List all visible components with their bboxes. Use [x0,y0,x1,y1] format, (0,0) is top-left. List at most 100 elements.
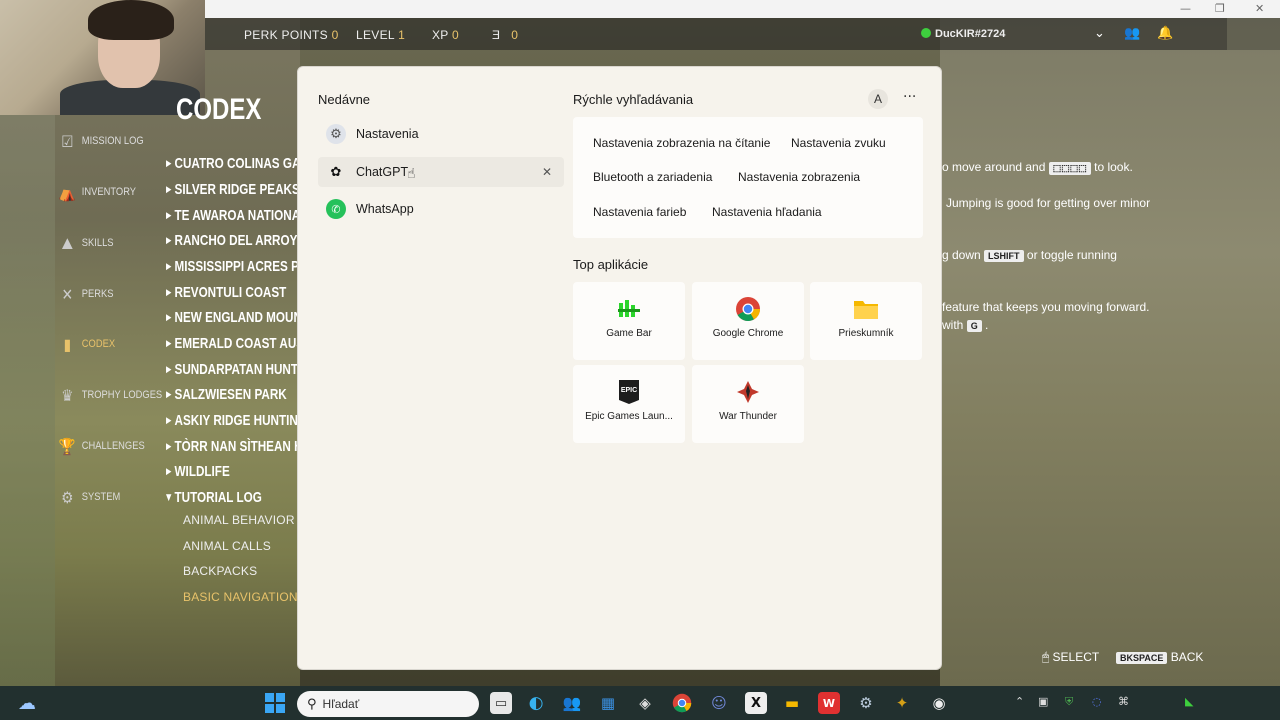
taskbar-search-input[interactable]: ⚲ Hľadať [297,691,479,717]
chrome-icon [735,296,761,322]
menu-trophy-lodges[interactable]: ♛ TROPHY LODGES [58,386,162,405]
region-item[interactable]: ▶ RANCHO DEL ARROYO [166,232,299,249]
app-tile-explorer[interactable]: Prieskumník [810,282,922,360]
friends-icon[interactable]: 👥 [1124,26,1140,41]
region-item[interactable]: ▶TÒRR NAN SÌTHEAN HUNTING RESERVE [166,438,299,455]
tray-network-icon[interactable]: ⌘ [1118,695,1129,708]
webcam-person-hair [88,0,174,40]
epic-games-icon: EPIC [616,379,642,405]
menu-inventory[interactable]: ⛺ INVENTORY [58,183,136,202]
menu-challenges[interactable]: 🏆 CHALLENGES [58,437,145,456]
weather-cloud-icon[interactable]: ☁ [16,692,38,714]
account-avatar[interactable]: A [868,89,888,109]
tutorial-item[interactable]: ANIMAL BEHAVIOR [183,513,295,527]
back-hint[interactable]: BKSPACE BACK [1116,650,1203,664]
tutorial-item[interactable]: ANIMAL CALLS [183,539,271,553]
region-item[interactable]: ▶CUATRO COLINAS GAME PRESERVE [166,155,299,172]
hint-line-1: o move around and ⬚⬚⬚⬚ to look. [942,160,1133,175]
challenge-icon: 🏆 [58,437,76,456]
game-sidebar-strip [0,18,55,688]
tray-chevron-icon[interactable]: ⌃ [1015,695,1024,708]
system-icon: ⚙ [61,488,74,507]
maximize-icon[interactable]: ❐ [1215,2,1225,15]
currency-stat: Ǝ 0 [492,28,519,42]
close-icon[interactable]: ✕ [1255,2,1264,15]
bell-icon[interactable]: 🔔 [1157,26,1173,41]
recent-item-chatgpt[interactable]: ✿ ChatGPT ✕ [318,157,564,187]
svg-text:EPIC: EPIC [621,387,637,394]
quick-search-chip[interactable]: Nastavenia zobrazenia [738,170,860,184]
menu-codex[interactable]: ▮ CODEX [58,335,115,354]
quick-search-chip[interactable]: Nastavenia farieb [593,205,686,219]
close-icon[interactable]: ✕ [542,165,552,179]
whatsapp-icon: ✆ [326,199,346,219]
quick-search-chip[interactable]: Nastavenia zvuku [791,136,886,150]
select-hint[interactable]: 🖱 SELECT [1042,650,1099,665]
wps-office-icon[interactable]: W [818,692,840,714]
recent-item-settings[interactable]: ⚙ Nastavenia [318,119,564,149]
region-item[interactable]: ▶ WILDLIFE [166,463,299,480]
task-view-icon[interactable]: ▭ [490,692,512,714]
movement-keys: ⬚⬚⬚⬚ [1048,162,1091,175]
menu-perks[interactable]: ✕ PERKS [58,285,114,304]
hint-line-4: feature that keeps you moving forward. [942,300,1150,314]
lshift-key: LSHIFT [984,250,1024,262]
region-item[interactable]: ▶SUNDARPATAN HUNTING RESERVE [166,361,299,378]
app-tile-chrome[interactable]: Google Chrome [692,282,804,360]
region-item[interactable]: ▶ SALZWIESEN PARK [166,386,299,403]
windows-start-icon[interactable] [264,692,286,714]
level-stat: LEVEL 1 [356,28,406,42]
recent-title: Nedávne [318,92,371,107]
chrome-taskbar-icon[interactable] [671,692,693,714]
region-item[interactable]: ▶EMERALD COAST AUSTRALIA [166,335,299,352]
unity-icon[interactable]: ◈ [634,692,656,714]
war-thunder-icon [735,379,761,405]
tutorial-item-selected[interactable]: BASIC NAVIGATION [183,590,298,604]
game-bar-icon [616,296,642,322]
codex-title: CODEX [176,93,262,126]
quick-search-chip[interactable]: Nastavenia zobrazenia na čítanie [593,136,770,150]
app-tile-game-bar[interactable]: Game Bar [573,282,685,360]
tray-nvidia-icon[interactable]: ◣ [1185,695,1193,708]
player-name[interactable]: DucKIR#2724 [921,28,1005,40]
tray-mic-icon[interactable]: ◌ [1092,695,1102,708]
menu-mission-log[interactable]: ☑ MISSION LOG [58,132,143,151]
edge-icon[interactable]: ◐ [525,692,547,714]
quick-search-chip[interactable]: Nastavenia hľadania [712,205,822,219]
discord-icon[interactable]: ☺ [708,692,730,714]
minimize-icon[interactable]: — [1180,2,1191,15]
recent-item-whatsapp[interactable]: ✆ WhatsApp [318,194,564,224]
quick-search-chip[interactable]: Bluetooth a zariadenia [593,170,712,184]
obs-icon[interactable]: ◉ [928,692,950,714]
tutorial-item[interactable]: BACKPACKS [183,564,257,578]
more-options-icon[interactable]: ··· [903,89,916,105]
chevron-down-icon[interactable]: ⌄ [1094,26,1105,41]
menu-system[interactable]: ⚙ SYSTEM [58,488,120,507]
region-item[interactable]: ▶ SILVER RIDGE PEAKS [166,181,299,198]
region-item[interactable]: ▶ASKIY RIDGE HUNTING PRESERVE [166,412,299,429]
webcam-overlay [0,0,205,115]
top-apps-title: Top aplikácie [573,257,649,272]
tray-app-icon[interactable]: ▣ [1038,695,1048,708]
steam-icon[interactable]: ⚙ [855,692,877,714]
region-item[interactable]: ▶TE AWAROA NATIONAL PARK [166,207,299,224]
file-explorer-icon[interactable]: ▬ [781,692,803,714]
perk-points-stat: PERK POINTS 0 [244,28,339,42]
teams-icon[interactable]: 👥 [561,692,583,714]
perks-icon: ✕ [61,285,74,304]
region-item[interactable]: ▶MISSISSIPPI ACRES PRESERVE [166,258,299,275]
checklist-icon: ☑ [61,132,74,151]
store-icon[interactable]: ▦ [597,692,619,714]
xp-stat: XP 0 [432,28,460,42]
app-tile-war-thunder[interactable]: War Thunder [692,365,804,443]
menu-skills[interactable]: ⛰ SKILLS [58,234,114,253]
region-item[interactable]: ▶NEW ENGLAND MOUNTAINS [166,309,299,326]
app-tile-epic-games[interactable]: EPIC Epic Games Laun... [573,365,685,443]
league-icon[interactable]: ✦ [891,692,913,714]
x-app-icon[interactable]: X [745,692,767,714]
region-item-expanded[interactable]: ▼ TUTORIAL LOG [166,489,299,506]
tray-security-icon[interactable]: ⛨ [1065,695,1073,709]
region-item[interactable]: ▶ REVONTULI COAST [166,284,299,301]
chatgpt-icon: ✿ [330,164,342,180]
folder-icon [853,296,879,322]
